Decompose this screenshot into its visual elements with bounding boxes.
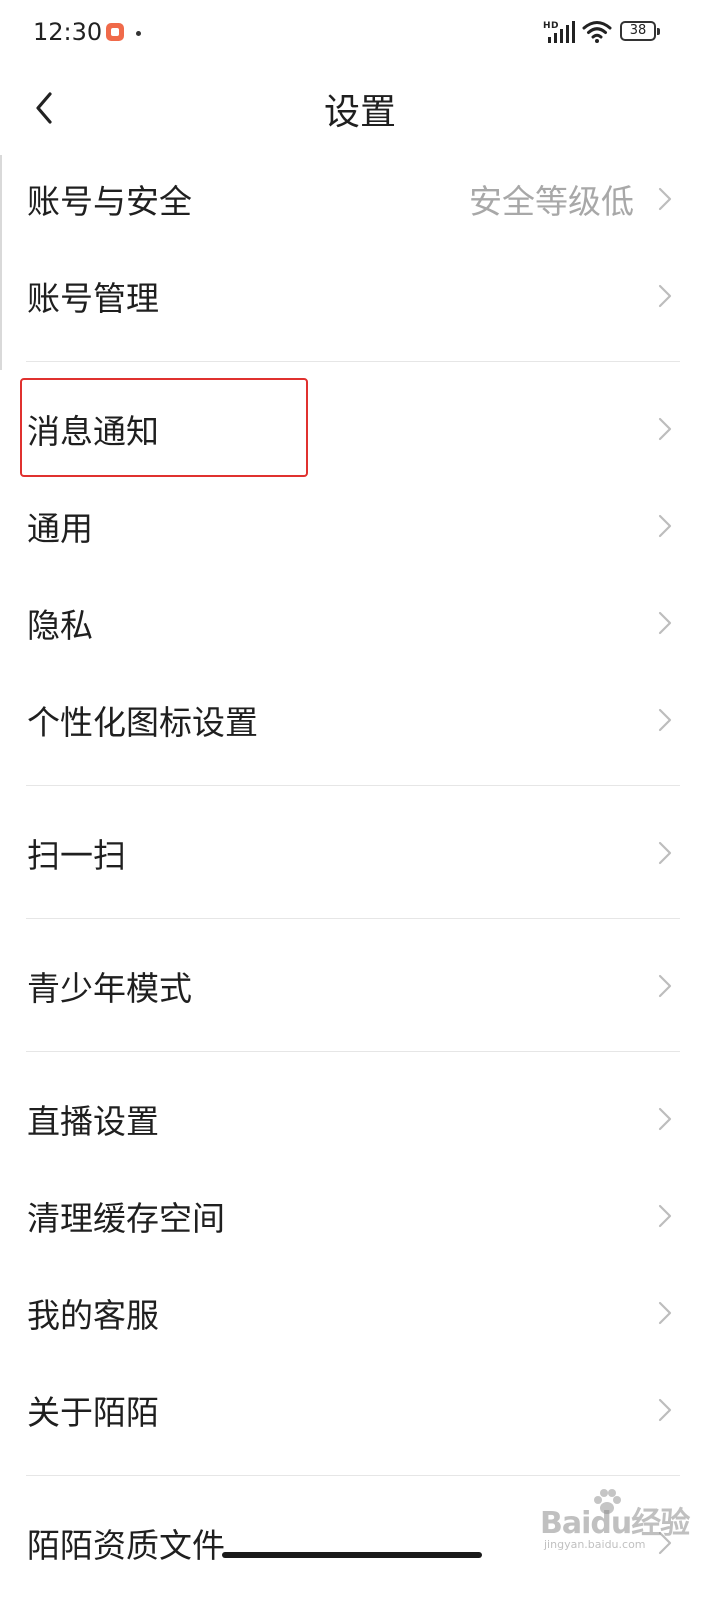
nav-bar: 设置 <box>0 66 720 150</box>
settings-item-label: 青少年模式 <box>27 968 192 1008</box>
signal-icon <box>548 21 575 43</box>
settings-item-account-security[interactable]: 账号与安全 安全等级低 <box>0 150 720 247</box>
settings-item-label: 账号管理 <box>27 278 159 318</box>
chevron-right-icon <box>658 708 672 731</box>
chevron-right-icon <box>658 841 672 864</box>
wifi-icon <box>582 21 612 43</box>
watermark-url: jingyan.baidu.com <box>544 1538 646 1551</box>
chevron-right-icon <box>658 1301 672 1324</box>
group-divider <box>0 1034 720 1070</box>
settings-item-label: 账号与安全 <box>27 181 192 221</box>
app-notification-icon <box>106 23 124 41</box>
chevron-right-icon <box>658 974 672 997</box>
watermark-logo: Baidu经验 <box>540 1506 690 1541</box>
home-indicator[interactable] <box>222 1552 482 1558</box>
settings-item-about[interactable]: 关于陌陌 <box>0 1361 720 1458</box>
battery-icon: 38 <box>620 21 660 41</box>
chevron-right-icon <box>658 514 672 537</box>
settings-item-label: 隐私 <box>27 605 93 645</box>
chevron-right-icon <box>658 284 672 307</box>
settings-item-teen-mode[interactable]: 青少年模式 <box>0 937 720 1034</box>
settings-item-label: 清理缓存空间 <box>27 1198 225 1238</box>
settings-item-scan[interactable]: 扫一扫 <box>0 804 720 901</box>
settings-item-label: 关于陌陌 <box>27 1392 159 1432</box>
settings-item-clear-cache[interactable]: 清理缓存空间 <box>0 1167 720 1264</box>
chevron-right-icon <box>658 1398 672 1421</box>
highlight-annotation-box <box>20 378 308 477</box>
group-divider <box>0 344 720 380</box>
chevron-right-icon <box>658 187 672 210</box>
settings-item-label: 扫一扫 <box>27 835 126 875</box>
chevron-right-icon <box>658 611 672 634</box>
settings-list: 账号与安全 安全等级低 账号管理 消息通知 通用 隐私 个性化图标设置 扫一扫 … <box>0 150 720 1591</box>
watermark: Baidu经验 jingyan.baidu.com <box>540 1488 690 1568</box>
settings-item-privacy[interactable]: 隐私 <box>0 574 720 671</box>
group-divider <box>0 768 720 804</box>
settings-item-account-manage[interactable]: 账号管理 <box>0 247 720 344</box>
settings-item-live-settings[interactable]: 直播设置 <box>0 1070 720 1167</box>
settings-item-label: 直播设置 <box>27 1101 159 1141</box>
chevron-right-icon <box>658 1204 672 1227</box>
settings-item-general[interactable]: 通用 <box>0 477 720 574</box>
battery-level: 38 <box>629 23 647 38</box>
page-title: 设置 <box>323 92 396 133</box>
chevron-right-icon <box>658 1107 672 1130</box>
settings-item-custom-icon[interactable]: 个性化图标设置 <box>0 671 720 768</box>
settings-item-label: 陌陌资质文件 <box>27 1525 225 1565</box>
status-bar: 12:30 HD 38 <box>0 0 720 66</box>
chevron-right-icon <box>658 417 672 440</box>
settings-item-label: 我的客服 <box>27 1295 159 1335</box>
status-time: 12:30 <box>33 18 103 46</box>
settings-item-label: 通用 <box>27 508 93 548</box>
settings-item-customer-service[interactable]: 我的客服 <box>0 1264 720 1361</box>
more-notifications-dot-icon <box>136 31 141 36</box>
security-level-value: 安全等级低 <box>469 181 634 221</box>
group-divider <box>0 901 720 937</box>
settings-item-label: 个性化图标设置 <box>27 702 258 742</box>
